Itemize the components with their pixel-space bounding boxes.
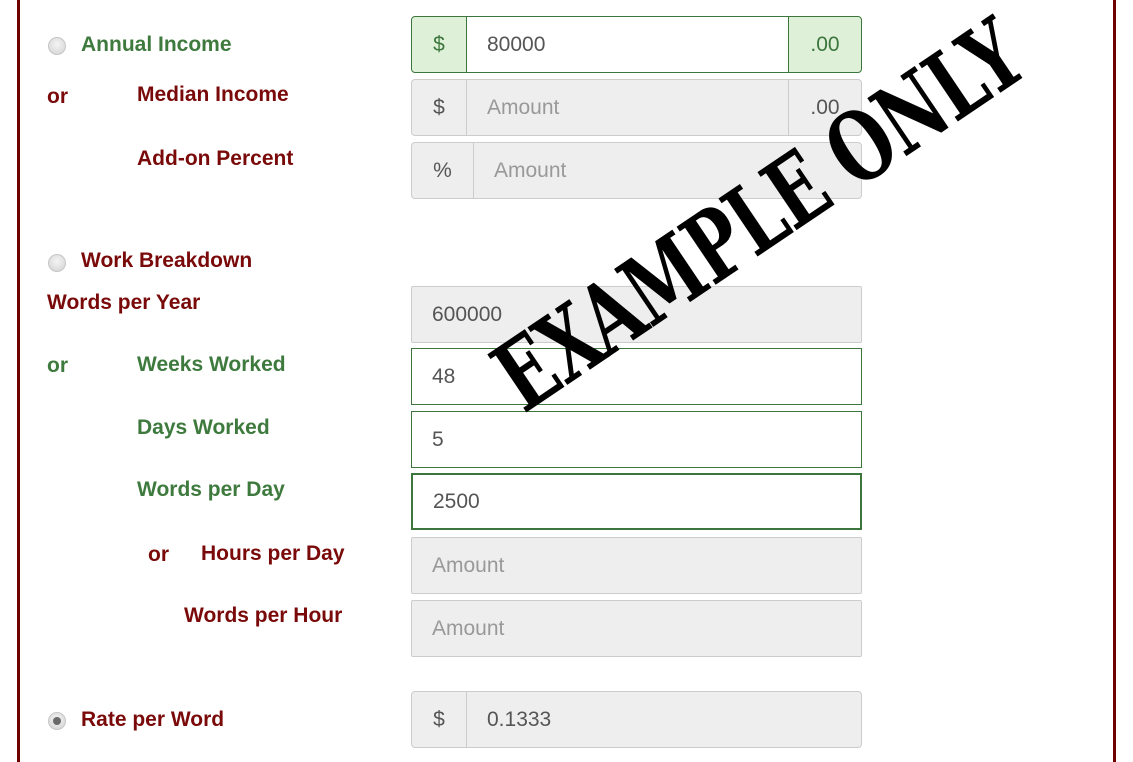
days-worked-label: Days Worked: [137, 416, 270, 439]
words-per-day-label: Words per Day: [137, 478, 285, 501]
rate-per-word-radio[interactable]: [48, 712, 66, 730]
dollar-prefix: $: [411, 16, 467, 73]
frame-border-left: [17, 0, 20, 762]
words-per-hour-group: Amount: [411, 600, 862, 657]
dollar-prefix: $: [411, 691, 467, 748]
words-per-day-group: 2500: [411, 473, 862, 530]
annual-income-input-group: $ 80000 .00: [411, 16, 862, 73]
dollar-prefix: $: [411, 79, 467, 136]
days-worked-input[interactable]: 5: [411, 411, 862, 468]
days-worked-value: 5: [432, 427, 444, 451]
annual-income-radio[interactable]: [48, 37, 66, 55]
percent-prefix: %: [411, 142, 474, 199]
or-label: or: [47, 85, 68, 108]
rate-per-word-group: $ 0.1333: [411, 691, 862, 748]
hours-per-day-group: Amount: [411, 537, 862, 594]
hours-per-day-input[interactable]: Amount: [411, 537, 862, 594]
hours-per-day-placeholder: Amount: [432, 553, 505, 577]
annual-income-input[interactable]: 80000: [467, 16, 788, 73]
work-breakdown-radio[interactable]: [48, 254, 66, 272]
days-worked-group: 5: [411, 411, 862, 468]
or-label: or: [47, 354, 68, 377]
words-per-day-value: 2500: [433, 489, 480, 513]
annual-income-value: 80000: [487, 32, 546, 56]
median-income-label: Median Income: [137, 83, 289, 106]
weeks-worked-value: 48: [432, 364, 456, 388]
words-per-hour-placeholder: Amount: [432, 616, 505, 640]
rate-per-word-input[interactable]: 0.1333: [467, 691, 862, 748]
words-per-day-input[interactable]: 2500: [411, 473, 862, 530]
median-income-input[interactable]: Amount: [467, 79, 788, 136]
median-income-placeholder: Amount: [487, 95, 560, 119]
rate-per-word-label: Rate per Word: [81, 708, 225, 731]
or-label: or: [148, 543, 169, 566]
words-per-year-value: 600000: [432, 302, 503, 326]
frame-border-right: [1113, 0, 1116, 762]
words-per-hour-input[interactable]: Amount: [411, 600, 862, 657]
add-on-percent-label: Add-on Percent: [137, 147, 294, 170]
weeks-worked-label: Weeks Worked: [137, 353, 286, 376]
words-per-hour-label: Words per Hour: [184, 604, 343, 627]
hours-per-day-label: Hours per Day: [201, 542, 345, 565]
work-breakdown-label: Work Breakdown: [81, 249, 253, 272]
rate-per-word-value: 0.1333: [487, 707, 552, 731]
annual-income-label: Annual Income: [81, 33, 232, 56]
cents-suffix: .00: [788, 16, 862, 73]
words-per-year-label: Words per Year: [47, 291, 201, 314]
add-on-percent-placeholder: Amount: [494, 158, 567, 182]
